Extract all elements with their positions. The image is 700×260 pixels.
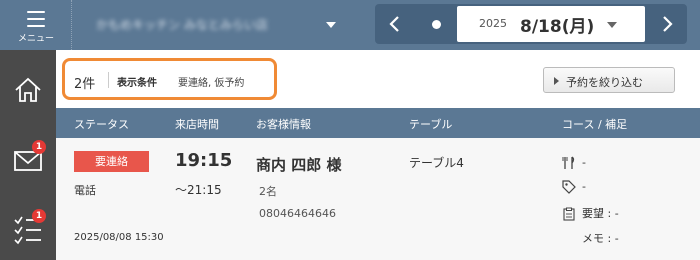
- customer-phone: 08046464646: [259, 207, 336, 220]
- date-value: 8/18(月): [520, 17, 595, 37]
- created-datetime: 2025/08/08 15:30: [74, 232, 164, 243]
- chevron-right-icon[interactable]: [647, 4, 687, 44]
- request-line: 要望 : -: [562, 205, 619, 221]
- tag-icon: [562, 180, 576, 194]
- course-line: -: [562, 156, 586, 170]
- sidebar-item-checklist[interactable]: 1: [0, 200, 56, 256]
- divider: [108, 72, 109, 88]
- mail-badge: 1: [32, 140, 46, 154]
- dot-icon: [432, 20, 441, 29]
- top-bar: メニュー かもめキッチン みなとみらい店 2025 8/18(月): [0, 0, 700, 50]
- date-year: 2025: [479, 17, 507, 30]
- filter-label: 表示条件: [117, 78, 157, 89]
- home-icon: [15, 77, 41, 102]
- header-course: コース / 補足: [562, 118, 628, 131]
- customer-name[interactable]: 商内 四郎 様: [256, 154, 341, 175]
- header-status: ステータス: [74, 118, 129, 131]
- memo-line: メモ : -: [582, 230, 619, 246]
- store-dropdown-icon[interactable]: [326, 22, 336, 28]
- filter-summary[interactable]: 2件 表示条件 要連絡, 仮予約: [62, 58, 277, 100]
- clipboard-icon: [563, 207, 575, 221]
- sidebar: 1 1: [0, 50, 56, 260]
- narrow-reservations-button[interactable]: 予約を絞り込む: [543, 67, 675, 93]
- store-name[interactable]: かもめキッチン みなとみらい店: [96, 14, 326, 36]
- table-row[interactable]: 要連絡 電話 2025/08/08 15:30 19:15 〜21:15 商内 …: [56, 138, 700, 260]
- header-customer: お客様情報: [256, 118, 311, 131]
- course-value: -: [582, 156, 586, 169]
- date-navigator: 2025 8/18(月): [375, 4, 687, 44]
- status-badge: 要連絡: [74, 151, 149, 172]
- sidebar-item-home[interactable]: [0, 62, 56, 118]
- date-select[interactable]: 2025 8/18(月): [457, 6, 645, 42]
- today-button[interactable]: [417, 4, 455, 44]
- reservation-channel: 電話: [74, 184, 96, 197]
- cutlery-icon: [562, 156, 575, 169]
- filter-bar: 2件 表示条件 要連絡, 仮予約 予約を絞り込む: [56, 50, 700, 108]
- hamburger-icon: [27, 11, 45, 27]
- menu-label: メニュー: [17, 34, 54, 44]
- narrow-button-label: 予約を絞り込む: [566, 76, 643, 89]
- caret-right-icon: [554, 77, 559, 85]
- result-count: 2件: [74, 77, 96, 92]
- chevron-left-icon[interactable]: [375, 4, 415, 44]
- table-name: テーブル4: [409, 156, 464, 170]
- request-value: 要望 : -: [582, 207, 619, 220]
- option-value: -: [582, 180, 586, 193]
- option-line: -: [562, 180, 586, 194]
- menu-button[interactable]: メニュー: [0, 0, 72, 50]
- table-header: ステータス 来店時間 お客様情報 テーブル コース / 補足: [56, 108, 700, 138]
- chevron-down-icon: [607, 22, 617, 28]
- sidebar-item-mail[interactable]: 1: [0, 132, 56, 188]
- memo-value: メモ : -: [582, 232, 619, 245]
- header-visit-time: 来店時間: [175, 118, 219, 131]
- checklist-badge: 1: [32, 209, 46, 223]
- visit-start-time: 19:15: [175, 150, 233, 171]
- visit-end-time: 〜21:15: [175, 183, 222, 197]
- filter-value: 要連絡, 仮予約: [178, 78, 245, 89]
- party-size: 2名: [259, 185, 277, 198]
- header-table: テーブル: [409, 118, 453, 131]
